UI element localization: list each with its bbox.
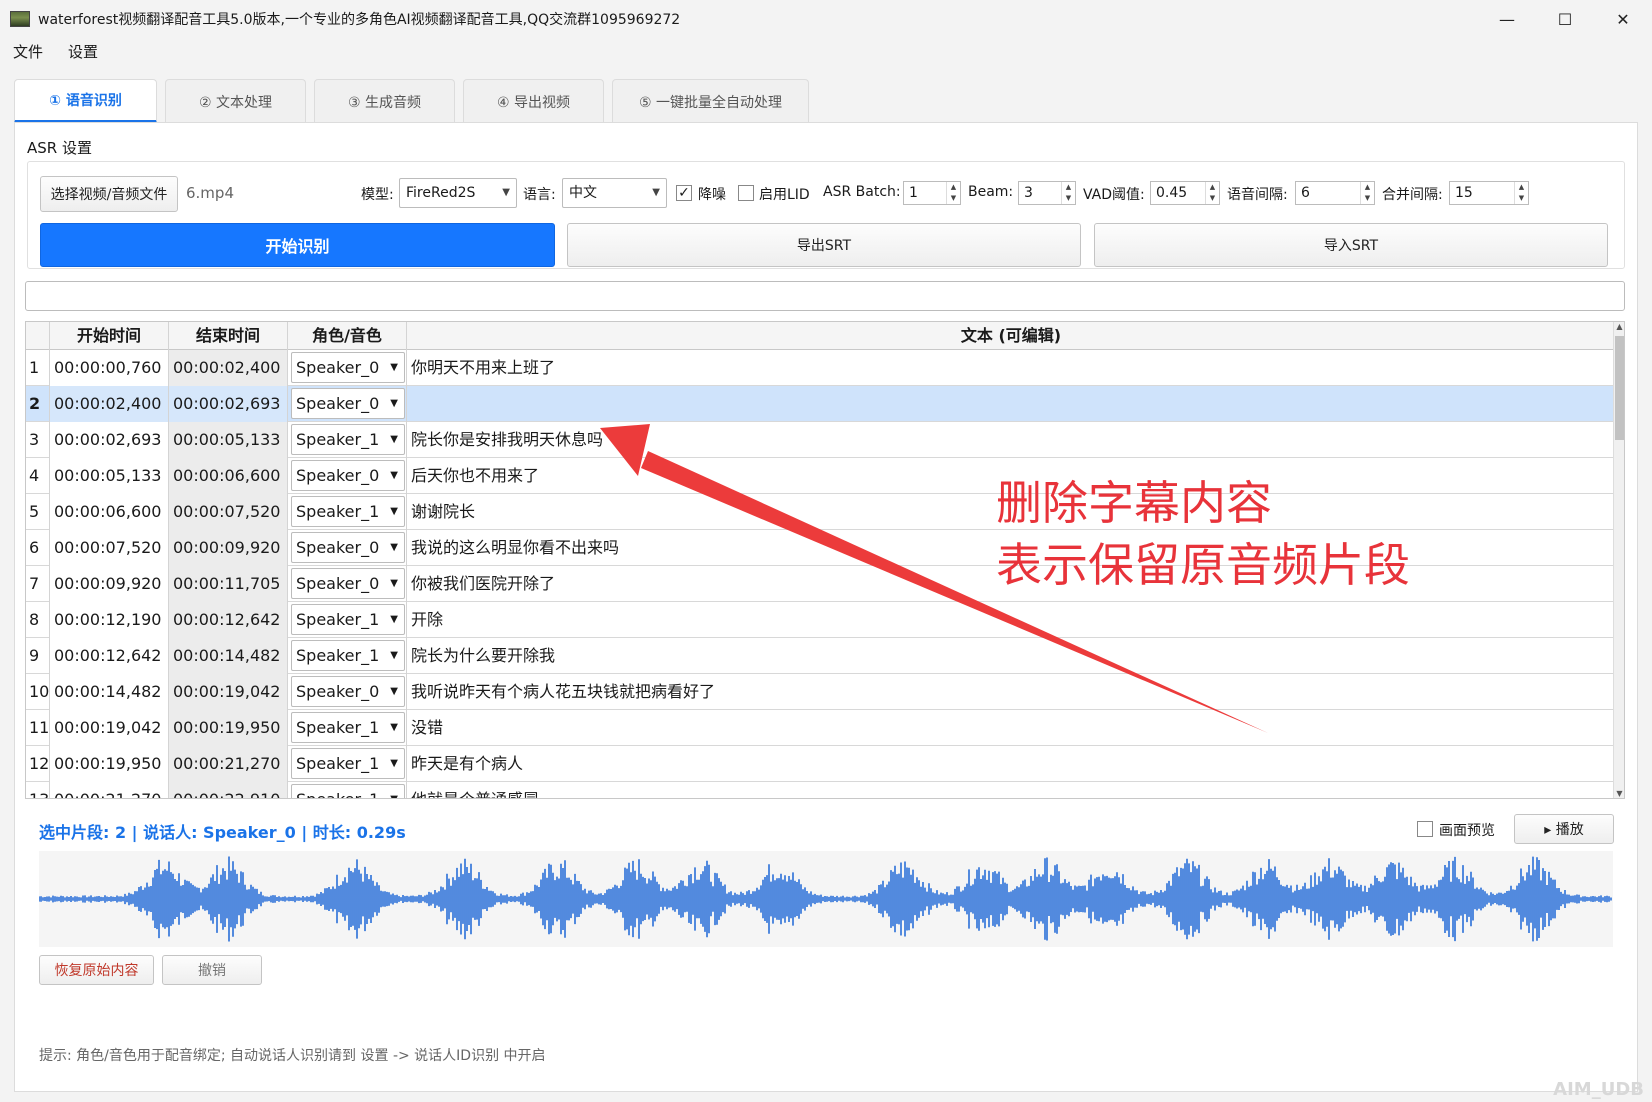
watermark: AIM_UDB: [1553, 1079, 1644, 1100]
annotation-line-2: 表示保留原音频片段: [996, 538, 1410, 592]
annotation-text: 删除字幕内容 表示保留原音频片段: [996, 472, 1410, 596]
annotation-line-1: 删除字幕内容: [996, 476, 1272, 530]
app-window: waterforest视频翻译配音工具5.0版本,一个专业的多角色AI视频翻译配…: [0, 0, 1652, 1102]
